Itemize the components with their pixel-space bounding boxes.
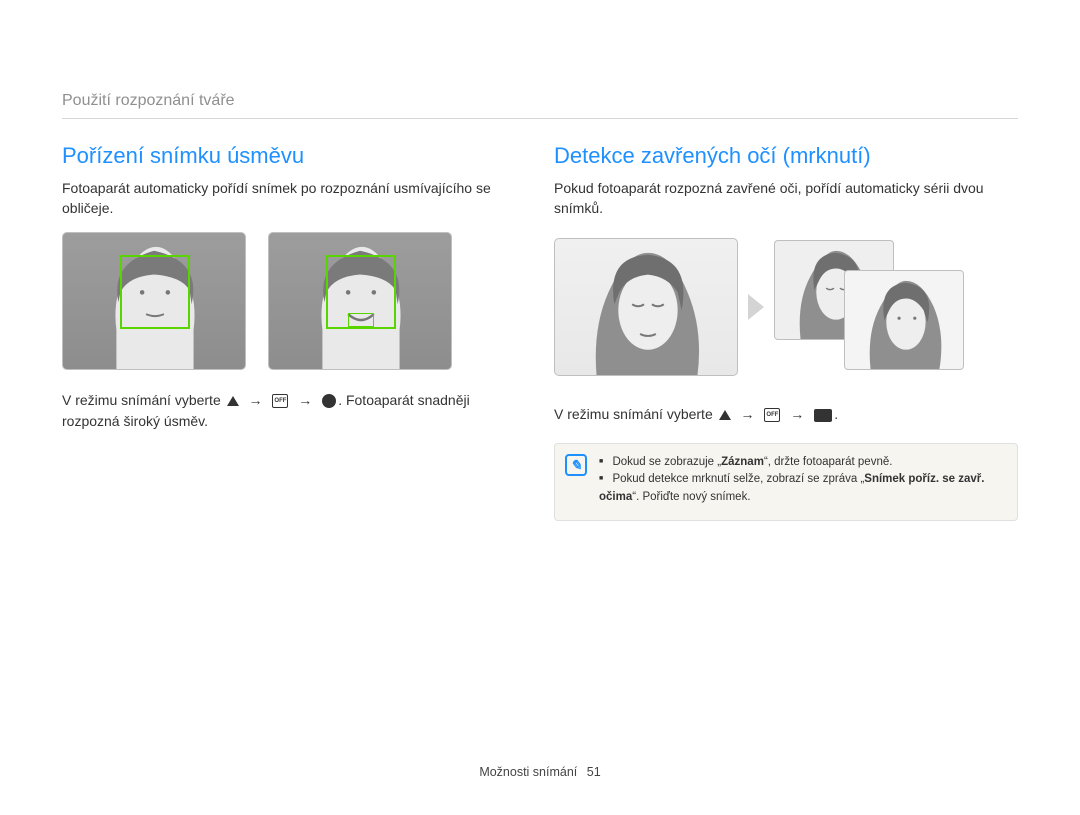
note-text: “. Pořiďte nový snímek. xyxy=(632,491,750,503)
smile-icon xyxy=(322,394,336,408)
arrow-icon xyxy=(737,406,759,422)
arrow-right-icon xyxy=(746,292,766,322)
col-blink: Detekce zavřených očí (mrknutí) Pokud fo… xyxy=(554,143,1018,521)
heading-smile: Pořízení snímku úsměvu xyxy=(62,143,526,169)
breadcrumb: Použití rozpoznání tváře xyxy=(62,92,1018,119)
smile-images xyxy=(62,232,526,370)
col-smile: Pořízení snímku úsměvu Fotoaparát automa… xyxy=(62,143,526,521)
note-item: Pokud detekce mrknutí selže, zobrazí se … xyxy=(599,471,1005,506)
blink-icon xyxy=(814,409,832,422)
face-neutral xyxy=(62,232,246,370)
facedet-off-icon: OFF xyxy=(272,394,288,408)
note-text: Pokud detekce mrknutí selže, zobrazí se … xyxy=(612,473,864,485)
heading-blink: Detekce zavřených očí (mrknutí) xyxy=(554,143,1018,169)
facedet-off-icon: OFF xyxy=(764,408,780,422)
instr-blink: V režimu snímání vyberte OFF . xyxy=(554,404,1018,425)
result-burst xyxy=(774,232,984,382)
thumb-2 xyxy=(844,270,964,370)
arrow-icon xyxy=(245,392,267,408)
lead-blink: Pokud fotoaparát rozpozná zavřené oči, p… xyxy=(554,179,1018,218)
arrow-icon xyxy=(786,406,808,422)
note-bold: Záznam xyxy=(721,456,764,468)
blink-images xyxy=(554,232,1018,382)
page-number: 51 xyxy=(587,765,601,779)
mouth-detect-box-icon xyxy=(348,313,374,327)
page-footer: Možnosti snímání 51 xyxy=(0,765,1080,779)
note-text: “, držte fotoaparát pevně. xyxy=(764,456,893,468)
face-smile xyxy=(268,232,452,370)
note-list: Dokud se zobrazuje „Záznam“, držte fotoa… xyxy=(599,454,1005,506)
up-icon xyxy=(719,410,731,420)
footer-label: Možnosti snímání xyxy=(479,765,577,779)
note-box: ✎ Dokud se zobrazuje „Záznam“, držte fot… xyxy=(554,443,1018,521)
note-text: Dokud se zobrazuje „ xyxy=(612,456,721,468)
face-detect-box-icon xyxy=(120,255,190,329)
face-eyes-closed xyxy=(554,238,738,376)
instr-text: V režimu snímání vyberte xyxy=(62,392,225,408)
lead-smile: Fotoaparát automaticky pořídí snímek po … xyxy=(62,179,526,218)
arrow-icon xyxy=(294,392,316,408)
instr-smile: V režimu snímání vyberte OFF . Fotoapará… xyxy=(62,390,526,432)
instr-text-suffix: . xyxy=(834,406,838,422)
up-icon xyxy=(227,396,239,406)
note-icon: ✎ xyxy=(565,454,587,476)
instr-text: V režimu snímání vyberte xyxy=(554,406,717,422)
note-item: Dokud se zobrazuje „Záznam“, držte fotoa… xyxy=(599,454,1005,471)
